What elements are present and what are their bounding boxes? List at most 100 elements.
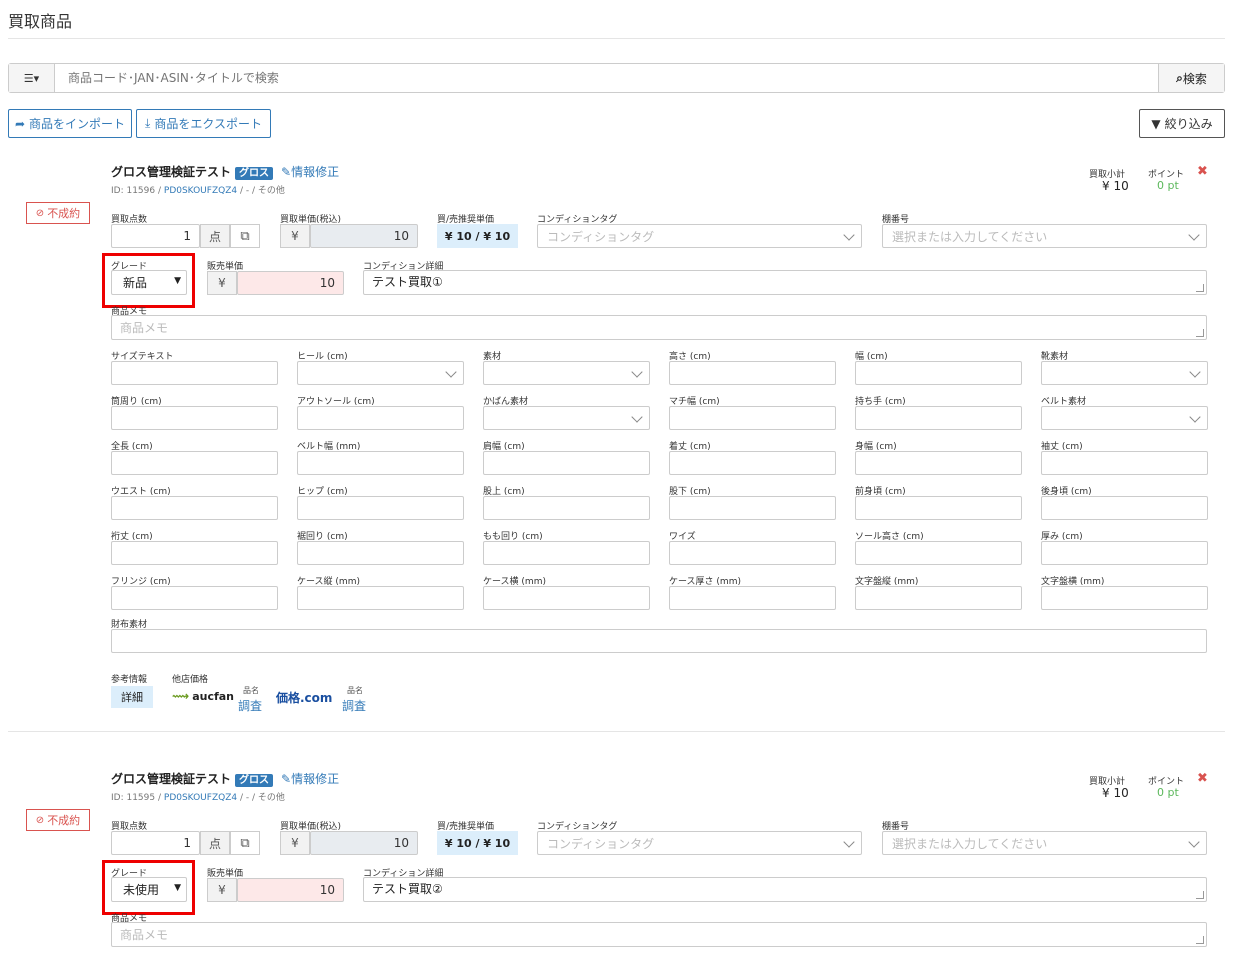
spec-field[interactable] — [111, 586, 278, 610]
detail-button[interactable]: 詳細 — [111, 686, 153, 708]
memo-placeholder: 商品メモ — [120, 928, 169, 942]
spec-field[interactable] — [297, 586, 464, 610]
wallet-material-input[interactable] — [111, 629, 1207, 653]
copy-button[interactable]: ⧉ — [230, 224, 260, 248]
funnel-icon: ▼ — [1151, 116, 1161, 131]
spec-field[interactable] — [855, 361, 1022, 385]
item-meta: ID: 11596 / PD0SKOUFZQZ4 / - / その他 — [111, 183, 285, 196]
product-code-link[interactable]: PD0SKOUFZQZ4 — [164, 186, 237, 196]
spec-field[interactable] — [111, 451, 278, 475]
yen-addon: ¥ — [280, 831, 310, 855]
item-name: グロス管理検証テスト — [111, 165, 232, 179]
edit-info-link[interactable]: ✎情報修正 — [281, 165, 339, 179]
chevron-down-icon — [1189, 411, 1201, 423]
copy-button[interactable]: ⧉ — [230, 831, 260, 855]
filter-button[interactable]: ▼ 絞り込み — [1139, 109, 1225, 138]
kakaku-chousa-link[interactable]: 調査 — [342, 697, 366, 714]
qty-unit: 点 — [200, 831, 230, 855]
memo-textarea[interactable]: 商品メモ — [111, 922, 1207, 947]
spec-field[interactable] — [483, 496, 650, 520]
spec-field[interactable] — [1041, 361, 1208, 385]
product-code-link[interactable]: PD0SKOUFZQZ4 — [164, 793, 237, 803]
search-input[interactable] — [55, 64, 1159, 92]
aucfan-chousa-link[interactable]: 調査 — [238, 697, 262, 714]
spec-field[interactable] — [297, 496, 464, 520]
edit-label: 情報修正 — [291, 165, 340, 179]
search-button[interactable]: ⌕ 検索 — [1158, 64, 1224, 92]
item-divider — [8, 731, 1225, 732]
spec-field[interactable] — [855, 451, 1022, 475]
spec-field[interactable] — [483, 451, 650, 475]
spec-field[interactable] — [297, 541, 464, 565]
cond-tag-select[interactable]: コンディションタグ — [537, 224, 862, 248]
not-allowed-icon: ⊘ — [35, 814, 45, 826]
grade-select[interactable]: 新品 ▼ — [111, 270, 187, 295]
remove-icon[interactable]: ✖ — [1197, 771, 1208, 786]
resize-handle-icon — [1196, 891, 1204, 899]
chevron-down-icon — [631, 411, 643, 423]
sale-price-input[interactable]: 10 — [237, 878, 344, 902]
spec-field[interactable] — [111, 496, 278, 520]
spec-field[interactable] — [111, 361, 278, 385]
spec-field[interactable] — [297, 406, 464, 430]
spec-field[interactable] — [669, 406, 836, 430]
spec-field[interactable] — [855, 496, 1022, 520]
pencil-icon: ✎ — [281, 772, 292, 786]
cond-detail-value: テスト買取② — [372, 882, 443, 896]
spec-field[interactable] — [1041, 406, 1208, 430]
spec-field[interactable] — [483, 361, 650, 385]
grade-select[interactable]: 未使用 ▼ — [111, 877, 187, 902]
edit-info-link[interactable]: ✎情報修正 — [281, 772, 339, 786]
shelf-placeholder: 選択または入力してください — [892, 229, 1048, 244]
copy-icon: ⧉ — [240, 835, 250, 851]
search-bar: ☰▾ ⌕ 検索 — [8, 63, 1225, 93]
import-label: 商品をインポート — [29, 117, 126, 131]
spec-field[interactable] — [1041, 496, 1208, 520]
spec-field[interactable] — [669, 451, 836, 475]
import-button[interactable]: ➦ 商品をインポート — [8, 109, 132, 138]
aucfan-mark-icon: ⟿ — [172, 689, 190, 703]
spec-field[interactable] — [855, 541, 1022, 565]
status-label: 不成約 — [47, 814, 81, 827]
yen-addon: ¥ — [280, 224, 310, 248]
ref-label: 参考情報 — [111, 675, 148, 685]
memo-textarea[interactable]: 商品メモ — [111, 315, 1207, 340]
spec-field[interactable] — [669, 541, 836, 565]
search-button-label: 検索 — [1182, 71, 1207, 86]
sale-price-input[interactable]: 10 — [237, 271, 344, 295]
shelf-select[interactable]: 選択または入力してください — [882, 831, 1207, 855]
point-value: 0 pt — [1157, 179, 1179, 192]
spec-field[interactable] — [1041, 586, 1208, 610]
qty-input[interactable]: 1 — [111, 831, 200, 855]
price-input[interactable]: 10 — [310, 831, 418, 855]
item-id: ID: 11595 / — [111, 793, 162, 803]
spec-field[interactable] — [669, 361, 836, 385]
spec-field[interactable] — [669, 496, 836, 520]
spec-field[interactable] — [483, 406, 650, 430]
spec-field[interactable] — [111, 541, 278, 565]
chevron-down-icon — [1188, 836, 1200, 848]
cond-detail-textarea[interactable]: テスト買取② — [363, 877, 1207, 902]
spec-field[interactable] — [483, 541, 650, 565]
spec-field[interactable] — [297, 451, 464, 475]
export-button[interactable]: ⤓ 商品をエクスポート — [136, 109, 271, 138]
cond-detail-textarea[interactable]: テスト買取① — [363, 270, 1207, 295]
price-input[interactable]: 10 — [310, 224, 418, 248]
cond-detail-value: テスト買取① — [372, 275, 443, 289]
spec-field[interactable] — [483, 586, 650, 610]
spec-field[interactable] — [111, 406, 278, 430]
spec-field[interactable] — [669, 586, 836, 610]
subtotal-value: ¥ 10 — [1102, 179, 1129, 193]
filter-label: 絞り込み — [1164, 117, 1213, 131]
spec-field[interactable] — [855, 586, 1022, 610]
search-options-dropdown[interactable]: ☰▾ — [9, 64, 55, 92]
shelf-select[interactable]: 選択または入力してください — [882, 224, 1207, 248]
spec-field[interactable] — [1041, 451, 1208, 475]
qty-input[interactable]: 1 — [111, 224, 200, 248]
spec-field[interactable] — [1041, 541, 1208, 565]
spec-field[interactable] — [297, 361, 464, 385]
cond-tag-select[interactable]: コンディションタグ — [537, 831, 862, 855]
remove-icon[interactable]: ✖ — [1197, 164, 1208, 179]
spec-field[interactable] — [855, 406, 1022, 430]
cond-tag-placeholder: コンディションタグ — [547, 836, 655, 851]
